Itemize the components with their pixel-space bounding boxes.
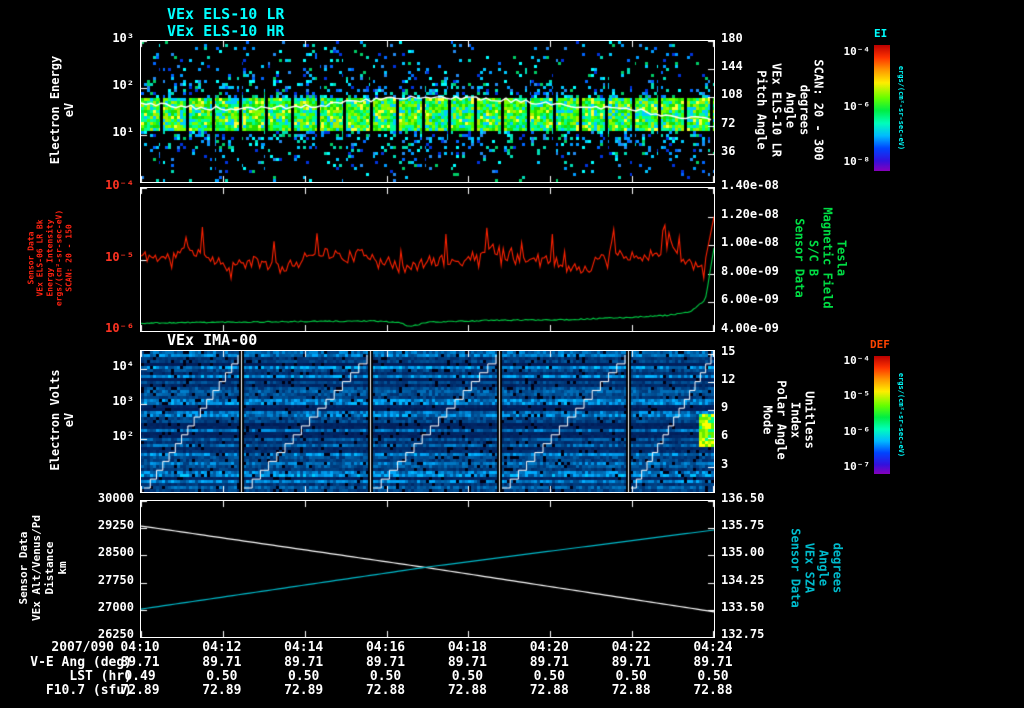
ima-colorbar xyxy=(874,356,890,474)
els-intensity-tick: 10⁻⁴ xyxy=(105,178,134,192)
time-tick-label: 04:22 xyxy=(611,640,651,655)
date-label: 2007/090 xyxy=(51,640,114,655)
bfield-tick: 1.40e-08 xyxy=(721,178,779,192)
footer-value: 72.88 xyxy=(529,683,569,698)
els-pitch-tick: 180 xyxy=(721,31,743,45)
intensity-y-axis-label: Sensor Data VEx ELS-06 LR Bk Energy Intens… xyxy=(26,209,74,307)
vex-summary-plot: VEx ELS-10 LR VEx ELS-10 HR VEx IMA-00 E… xyxy=(0,0,1024,708)
ephemeris-canvas xyxy=(140,500,715,638)
altitude-tick: 30000 xyxy=(97,491,134,505)
time-tick-label: 04:18 xyxy=(447,640,487,655)
bfield-axis-label: Tesla Magnetic Field S/C B Sensor Data xyxy=(791,207,849,309)
footer-value: 72.88 xyxy=(447,683,487,698)
els-spectrogram-canvas xyxy=(140,40,715,183)
ima-spectrogram-canvas xyxy=(140,350,715,493)
footer-value: 72.88 xyxy=(693,683,733,698)
ima-colorbar-tick: 10⁻⁵ xyxy=(843,389,871,403)
time-tick-label: 04:10 xyxy=(120,640,160,655)
ima-title: VEx IMA-00 xyxy=(167,331,258,349)
time-tick-label: 04:24 xyxy=(693,640,733,655)
sza-axis-label: degrees Angle VEx SZA Sensor Data xyxy=(787,528,845,608)
ima-y-axis-label: Electron Volts eV xyxy=(47,369,76,471)
time-tick-label: 04:12 xyxy=(202,640,242,655)
footer-value: 72.88 xyxy=(611,683,651,698)
polar-index-tick: 15 xyxy=(721,343,736,358)
footer-value: 72.89 xyxy=(202,683,242,698)
els-colorbar xyxy=(874,45,890,171)
time-tick-label: 04:16 xyxy=(365,640,406,655)
els-colorbar-units: ergs/(cm²-sr-sec-eV) xyxy=(897,65,906,151)
els-colorbar-tick: 10⁻⁶ xyxy=(843,100,871,113)
els-colorbar-tick: 10⁻⁸ xyxy=(843,155,871,169)
els-energy-tick: 10³ xyxy=(112,31,134,45)
ima-colorbar-units: ergs/(cm²-sr-sec-eV) xyxy=(897,372,906,458)
ima-colorbar-tick: 10⁻⁴ xyxy=(843,353,871,367)
intensity-bfield-canvas xyxy=(140,187,715,332)
els-intensity-tick: 10⁻⁶ xyxy=(105,321,134,335)
sza-tick: 136.50 xyxy=(721,491,765,505)
sza-tick: 132.75 xyxy=(721,627,765,641)
els-y-axis-label: Electron Energy eV xyxy=(47,55,76,165)
footer-value: 72.89 xyxy=(284,683,324,698)
ima-colorbar-title: DEF xyxy=(870,338,890,351)
time-tick-label: 04:20 xyxy=(529,640,569,655)
ima-colorbar-tick: 10⁻⁷ xyxy=(843,460,871,474)
els-title-lr: VEx ELS-10 LR xyxy=(167,5,285,23)
time-tick-label: 04:14 xyxy=(284,640,324,655)
els-colorbar-title: EI xyxy=(874,27,888,40)
ephemeris-y-axis-label: Sensor Data VEx Alt/Venus/Pd Distance km xyxy=(17,515,69,621)
els-colorbar-tick: 10⁻⁴ xyxy=(843,44,871,58)
els-title-hr: VEx ELS-10 HR xyxy=(167,22,285,40)
ima-colorbar-tick: 10⁻⁶ xyxy=(843,424,871,438)
bfield-tick: 4.00e-09 xyxy=(721,321,779,335)
footer-value: 72.89 xyxy=(120,683,160,698)
footer-value: 72.88 xyxy=(365,683,406,698)
